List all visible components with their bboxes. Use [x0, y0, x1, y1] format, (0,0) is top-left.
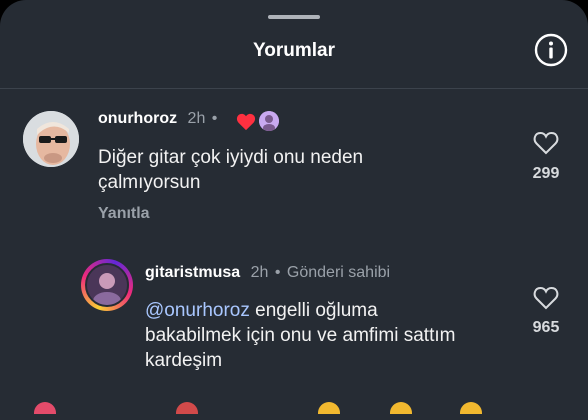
reaction-emoji[interactable]	[460, 402, 482, 414]
header-divider	[0, 88, 588, 89]
reply-username[interactable]: gitaristmusa	[145, 264, 240, 281]
reply-text-line: bakabilmek için onu ve amfimi sattım	[145, 325, 456, 346]
avatar-image	[23, 111, 79, 167]
reply-time: 2h	[250, 264, 269, 281]
like-count: 965	[532, 319, 560, 336]
creator-mini-avatar	[259, 111, 279, 131]
reply-meta: gitaristmusa 2h • Gönderi sahibi	[145, 264, 390, 282]
drag-handle[interactable]	[268, 15, 320, 19]
separator-dot: •	[211, 110, 218, 127]
reply-text-line: @onurhoroz engelli oğluma	[145, 298, 455, 323]
reaction-emoji[interactable]	[390, 402, 412, 414]
reaction-emoji[interactable]	[176, 402, 198, 414]
avatar[interactable]	[85, 263, 129, 307]
reaction-emoji[interactable]	[318, 402, 340, 414]
comment-time: 2h	[187, 110, 206, 127]
creator-liked-heart-icon	[236, 113, 256, 131]
reply-text-fragment: engelli oğluma	[249, 300, 378, 321]
creator-mini-avatar-image	[259, 111, 279, 131]
comment-meta: onurhoroz 2h •	[98, 110, 217, 128]
heart-icon[interactable]	[533, 286, 559, 310]
like-count: 299	[532, 165, 560, 182]
separator-dot: •	[274, 264, 281, 281]
author-badge: Gönderi sahibi	[286, 264, 391, 281]
comments-sheet: Yorumlar onurhoroz 2h • Diğer gitar çok …	[0, 0, 588, 420]
mention-link[interactable]: @onurhoroz	[145, 300, 250, 321]
reply-button[interactable]: Yanıtla	[98, 205, 150, 223]
heart-icon[interactable]	[533, 131, 559, 155]
reply-text-line: kardeşim	[145, 350, 223, 371]
avatar[interactable]	[23, 111, 79, 167]
reaction-emoji[interactable]	[34, 402, 56, 414]
comment-text: Diğer gitar çok iyiydi onu neden çalmıyo…	[98, 145, 363, 195]
avatar-image	[87, 265, 127, 305]
info-icon[interactable]	[534, 33, 568, 67]
reply-text: @onurhoroz engelli oğluma bakabilmek içi…	[145, 298, 455, 373]
sheet-title: Yorumlar	[252, 40, 335, 61]
comment-text-line: Diğer gitar çok iyiydi onu neden	[98, 147, 364, 168]
comment-username[interactable]: onurhoroz	[98, 110, 177, 127]
comment-text-line: çalmıyorsun	[98, 172, 201, 193]
